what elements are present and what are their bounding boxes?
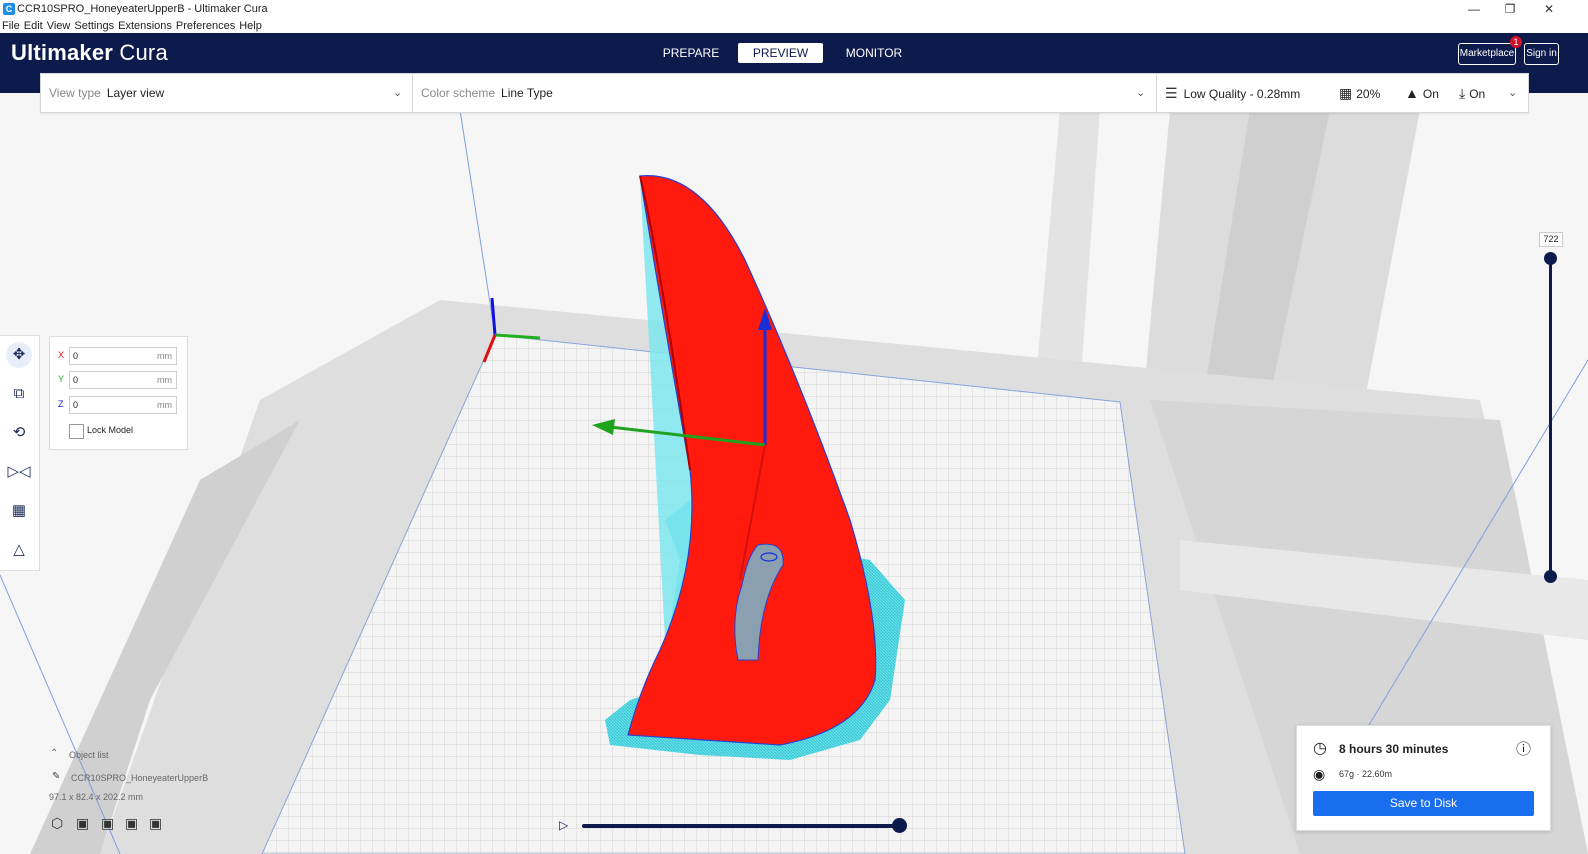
support-indicator[interactable]: ▲ On [1405, 74, 1439, 112]
window-title: CCR10SPRO_HoneyeaterUpperB - Ultimaker C… [17, 3, 268, 15]
spool-icon: ◉ [1313, 766, 1326, 782]
layer-slider-track[interactable] [1549, 258, 1552, 576]
playback-track[interactable] [582, 824, 902, 828]
move-tool-panel: X 0 mm Y 0 mm Z 0 mm Lock Model [49, 336, 188, 450]
chevron-up-icon[interactable]: ⌃ [50, 748, 58, 759]
top-view-icon[interactable]: ▣ [101, 815, 114, 832]
app-header: Ultimaker Cura PREPARE PREVIEW MONITOR M… [0, 33, 1588, 73]
sliders-icon: ☰ [1165, 85, 1178, 101]
clock-icon: ◷ [1313, 740, 1327, 757]
scale-tool-icon[interactable]: ⧉ [6, 381, 32, 407]
view-options-toolbar: View type Layer view ⌄ Color scheme Line T… [40, 73, 1529, 113]
signin-button[interactable]: Sign in [1524, 43, 1559, 65]
view-type-value: Layer view [106, 86, 165, 100]
mirror-tool-icon[interactable]: ▷◁ [6, 459, 32, 485]
menu-view[interactable]: View [47, 20, 71, 32]
right-view-icon[interactable]: ▣ [149, 815, 162, 832]
print-setup-selector[interactable]: ☰ Low Quality - 0.28mm [1165, 74, 1300, 112]
tab-monitor[interactable]: MONITOR [842, 43, 906, 63]
menu-help[interactable]: Help [239, 20, 262, 32]
y-label: Y [58, 374, 65, 384]
menu-edit[interactable]: Edit [24, 20, 43, 32]
cura-app-icon: C [3, 3, 15, 15]
object-list: ⌃ Object list ✎ CCR10SPRO_HoneyeaterUppe… [0, 745, 260, 845]
lock-model-checkbox[interactable] [69, 424, 84, 439]
object-name: CCR10SPRO_HoneyeaterUpperB [71, 773, 209, 783]
window-title-bar: C CCR10SPRO_HoneyeaterUpperB - Ultimaker… [0, 0, 1588, 19]
chevron-down-icon[interactable]: ⌄ [1508, 74, 1517, 112]
rotate-tool-icon[interactable]: ⟲ [6, 420, 32, 446]
info-icon[interactable]: ⓘ [1516, 738, 1531, 759]
pencil-icon[interactable]: ✎ [52, 771, 60, 782]
marketplace-badge: 1 [1510, 36, 1522, 48]
menu-settings[interactable]: Settings [74, 20, 114, 32]
lock-model-label: Lock Model [87, 425, 134, 435]
infill-icon: ▦ [1339, 85, 1353, 101]
support-value: On [1422, 87, 1439, 101]
color-scheme-selector[interactable]: Color scheme Line Type [421, 74, 553, 112]
playback-handle[interactable] [892, 818, 907, 833]
tool-panel: ✥ ⧉ ⟲ ▷◁ ▦ △ [0, 335, 40, 571]
minimize-icon[interactable]: — [1459, 0, 1489, 19]
move-tool-icon[interactable]: ✥ [6, 342, 32, 368]
z-row: Z 0 mm [58, 396, 182, 414]
app-logo: Ultimaker Cura [11, 40, 168, 65]
3d-view-icon[interactable]: ⬡ [51, 815, 63, 832]
front-view-icon[interactable]: ▣ [76, 815, 89, 832]
x-field[interactable]: 0 mm [69, 347, 177, 365]
tab-preview[interactable]: PREVIEW [738, 43, 823, 63]
z-field[interactable]: 0 mm [69, 396, 177, 414]
layer-number[interactable]: 722 [1539, 232, 1563, 247]
menu-bar: File Edit View Settings Extensions Preference… [0, 19, 1588, 33]
tab-prepare[interactable]: PREPARE [660, 43, 722, 63]
y-field[interactable]: 0 mm [69, 371, 177, 389]
menu-preferences[interactable]: Preferences [176, 20, 235, 32]
color-scheme-label: Color scheme [421, 86, 496, 100]
chevron-down-icon[interactable]: ⌄ [393, 74, 402, 112]
simulation-playback: ▷ [555, 815, 915, 837]
per-model-settings-icon[interactable]: ▦ [6, 498, 32, 524]
print-estimate-panel: ◷ 8 hours 30 minutes ⓘ ◉ 67g · 22.60m Sa… [1296, 725, 1551, 831]
chevron-down-icon[interactable]: ⌄ [1136, 74, 1145, 112]
divider [412, 74, 413, 112]
infill-indicator[interactable]: ▦ 20% [1339, 74, 1380, 112]
play-icon[interactable]: ▷ [559, 818, 568, 832]
save-to-disk-button[interactable]: Save to Disk [1313, 791, 1534, 816]
menu-file[interactable]: File [2, 20, 20, 32]
view-type-selector[interactable]: View type Layer view [49, 74, 164, 112]
x-row: X 0 mm [58, 347, 182, 365]
restore-icon[interactable]: ❐ [1495, 0, 1525, 19]
menu-extensions[interactable]: Extensions [118, 20, 172, 32]
infill-value: 20% [1356, 87, 1381, 101]
support-icon: ▲ [1405, 85, 1419, 101]
y-row: Y 0 mm [58, 371, 182, 389]
object-list-header[interactable]: Object list [69, 750, 109, 760]
quality-profile: Low Quality - 0.28mm [1183, 87, 1301, 101]
layer-slider-bottom-handle[interactable] [1544, 570, 1557, 583]
adhesion-indicator[interactable]: ⤓ On [1459, 74, 1485, 112]
object-dimensions: 97.1 x 82.4 x 202.2 mm [49, 792, 144, 802]
adhesion-icon: ⤓ [1459, 85, 1466, 101]
color-scheme-value: Line Type [501, 86, 553, 100]
layer-slider-top-handle[interactable] [1544, 252, 1557, 265]
divider [1156, 74, 1157, 112]
layer-slider[interactable]: 722 [1538, 230, 1568, 590]
left-view-icon[interactable]: ▣ [125, 815, 138, 832]
material-estimate: 67g · 22.60m [1339, 769, 1393, 779]
z-label: Z [58, 399, 64, 409]
close-icon[interactable]: ✕ [1534, 0, 1564, 19]
marketplace-button[interactable]: Marketplace [1458, 43, 1516, 65]
adhesion-value: On [1469, 87, 1486, 101]
x-label: X [58, 350, 65, 360]
view-type-label: View type [49, 86, 101, 100]
print-time: 8 hours 30 minutes [1339, 742, 1449, 756]
support-blocker-icon[interactable]: △ [6, 537, 32, 563]
